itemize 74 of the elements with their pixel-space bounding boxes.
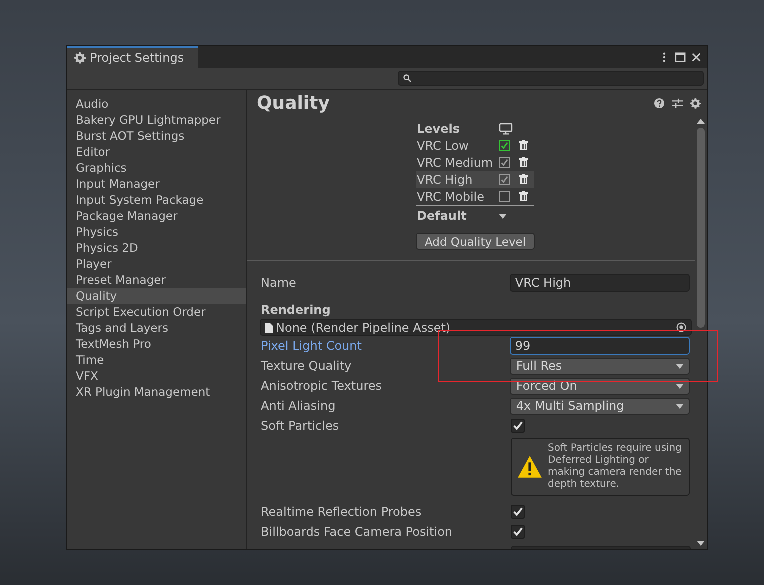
close-icon[interactable] [691, 52, 702, 62]
field-label: Texture Quality [261, 359, 353, 373]
field-label: Billboards Face Camera Position [261, 525, 454, 539]
window-title: Project Settings [90, 51, 184, 65]
warning-text: Soft Particles require using Deferred Lighting or making camera render the depth texture. [548, 443, 683, 491]
window-tab[interactable]: Project Settings [67, 46, 198, 68]
field-label: Name [261, 276, 298, 290]
pipeline-asset-field[interactable]: None (Render Pipeline Asset) [260, 319, 692, 336]
dropdown[interactable]: Full Res [510, 358, 690, 374]
monitor-icon [499, 122, 513, 134]
sidebar-item[interactable]: Input Manager [67, 176, 246, 192]
number-field[interactable]: 99 [510, 337, 690, 355]
scroll-up-icon[interactable] [697, 119, 705, 124]
checkbox[interactable] [499, 157, 510, 168]
sidebar-item[interactable]: Audio [67, 96, 246, 112]
warning-icon [517, 455, 543, 479]
gear-icon [74, 52, 86, 64]
dropdown-caret-icon[interactable] [676, 364, 684, 368]
search-field[interactable] [398, 71, 704, 86]
trash-icon[interactable] [519, 157, 529, 168]
dropdown-caret-icon[interactable] [676, 384, 684, 388]
sidebar-item[interactable]: Script Execution Order [67, 304, 246, 320]
checkbox[interactable] [499, 191, 510, 202]
sidebar-item[interactable]: Physics 2D [67, 240, 246, 256]
page-title: Quality [257, 92, 331, 114]
help-icon[interactable] [654, 98, 665, 108]
object-picker-icon[interactable] [676, 322, 687, 333]
field-label: Soft Particles [261, 419, 340, 433]
sidebar-item[interactable]: Bakery GPU Lightmapper [67, 112, 246, 128]
sidebar-item[interactable]: Input System Package [67, 192, 246, 208]
sidebar-item[interactable]: TextMesh Pro [67, 336, 246, 352]
sidebar-item[interactable]: XR Plugin Management [67, 384, 246, 400]
field-label: Realtime Reflection Probes [261, 505, 423, 519]
settings-icon[interactable] [690, 98, 701, 108]
quality-level-row[interactable]: VRC Mobile [416, 188, 534, 205]
sidebar-item[interactable]: Package Manager [67, 208, 246, 224]
checkbox[interactable] [511, 525, 525, 539]
checkbox[interactable] [511, 505, 525, 519]
default-label: Default [416, 209, 468, 223]
levels-heading: Levels [416, 122, 462, 136]
sidebar-item[interactable]: Time [67, 352, 246, 368]
quality-level-row[interactable]: VRC Low [416, 137, 534, 154]
sidebar-item[interactable]: Quality [67, 288, 246, 304]
sliders-icon[interactable] [672, 98, 683, 108]
checkbox[interactable] [511, 419, 525, 433]
document-icon [265, 322, 273, 332]
sidebar-item[interactable]: VFX [67, 368, 246, 384]
add-quality-level-button[interactable]: Add Quality Level [416, 233, 536, 250]
checkbox[interactable] [499, 140, 510, 151]
field-label: Pixel Light Count [261, 339, 363, 353]
quality-level-row[interactable]: VRC Medium [416, 154, 534, 171]
trash-icon[interactable] [519, 191, 529, 202]
name-field[interactable]: VRC High [510, 274, 690, 292]
field-label: Anti Aliasing [261, 399, 337, 413]
sidebar-item[interactable]: Graphics [67, 160, 246, 176]
sidebar-item[interactable]: Tags and Layers [67, 320, 246, 336]
trash-icon[interactable] [519, 174, 529, 185]
section-heading: Rendering [261, 303, 332, 317]
maximize-icon[interactable] [675, 52, 686, 62]
field-label: Anisotropic Textures [261, 379, 384, 393]
search-icon [403, 74, 412, 83]
sidebar-item[interactable]: Editor [67, 144, 246, 160]
trash-icon[interactable] [519, 140, 529, 151]
dropdown[interactable]: 4x Multi Sampling [510, 398, 690, 414]
sidebar-item[interactable]: Preset Manager [67, 272, 246, 288]
checkbox[interactable] [499, 174, 510, 185]
sidebar-item[interactable]: Player [67, 256, 246, 272]
quality-level-row[interactable]: VRC High [416, 171, 534, 188]
scrollbar-thumb[interactable] [697, 128, 705, 328]
dropdown-caret-icon[interactable] [676, 404, 684, 408]
dropdown-caret-icon[interactable] [499, 214, 507, 218]
sidebar-item[interactable]: Burst AOT Settings [67, 128, 246, 144]
scroll-down-icon[interactable] [697, 541, 705, 546]
sidebar-item[interactable]: Physics [67, 224, 246, 240]
